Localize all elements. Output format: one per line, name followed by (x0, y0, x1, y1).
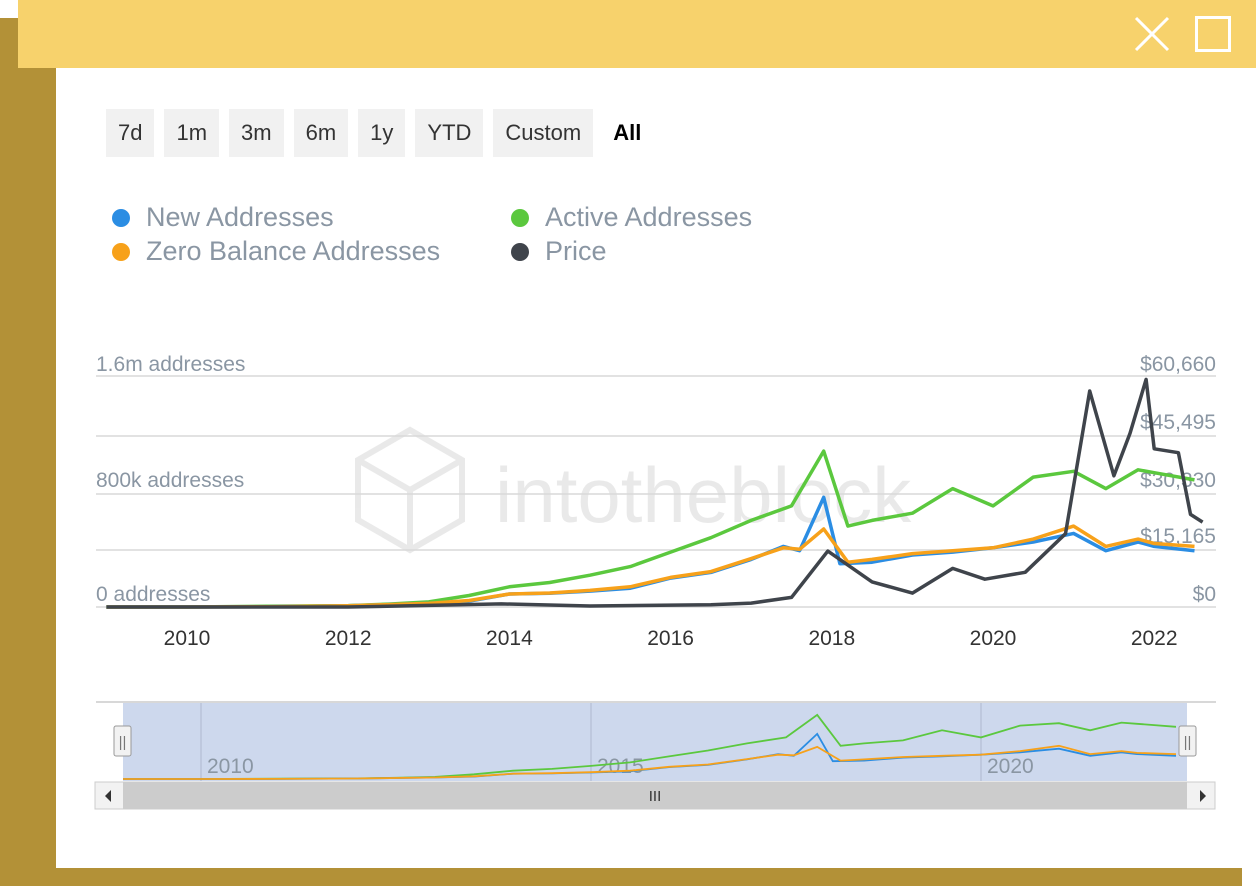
x-tick-label: 2018 (808, 627, 855, 650)
y-right-tick-label: $60,660 (1140, 353, 1216, 376)
navigator-year-label: 2015 (597, 755, 644, 778)
y-left-tick-label: 0 addresses (96, 583, 210, 606)
x-tick-label: 2020 (970, 627, 1017, 650)
x-tick-label: 2012 (325, 627, 372, 650)
y-right-tick-label: $0 (1193, 583, 1216, 606)
navigator-right-handle[interactable]: || (1178, 725, 1197, 757)
handle-grip-icon: || (119, 734, 127, 751)
scrollbar-grip-icon: III (649, 788, 662, 805)
handle-grip-icon: || (1184, 734, 1192, 751)
x-tick-label: 2016 (647, 627, 694, 650)
x-tick-label: 2010 (164, 627, 211, 650)
navigator[interactable]: 2010 2015 2020 || || III (94, 701, 1216, 810)
x-tick-label: 2022 (1131, 627, 1178, 650)
x-tick-label: 2014 (486, 627, 533, 650)
navigator-year-label: 2020 (987, 755, 1034, 778)
navigator-year-label: 2010 (207, 755, 254, 778)
navigator-left-handle[interactable]: || (113, 725, 132, 757)
y-left-tick-label: 800k addresses (96, 469, 244, 492)
main-chart: intotheblock 1.6m addresses 800k addresse… (94, 353, 1216, 810)
watermark: intotheblock (355, 426, 912, 554)
y-left-tick-label: 1.6m addresses (96, 353, 245, 376)
